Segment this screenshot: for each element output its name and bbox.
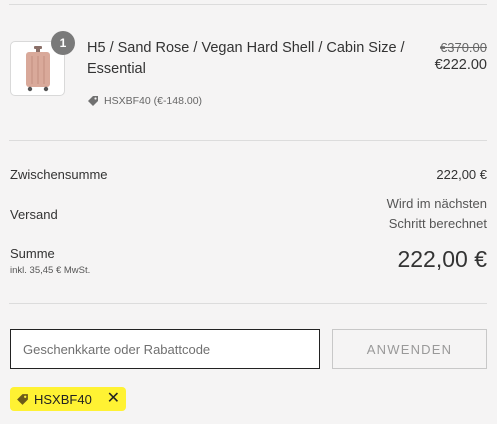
- apply-button[interactable]: ANWENDEN: [332, 329, 487, 369]
- discount-code-input[interactable]: [10, 329, 320, 369]
- shipping-value-line2: Schritt berechnet: [388, 216, 487, 231]
- items-divider: [9, 140, 487, 141]
- subtotal-label: Zwischensumme: [10, 167, 108, 182]
- item-discount-line: HSXBF40 (€-148.00): [87, 95, 202, 107]
- quantity-badge: 1: [51, 31, 75, 55]
- tag-icon: [88, 96, 98, 106]
- product-title: H5 / Sand Rose / Vegan Hard Shell / Cabi…: [87, 40, 405, 77]
- shipping-value: Wird im nächsten Schritt berechnet: [387, 194, 487, 234]
- tax-note: inkl. 35,45 € MwSt.: [10, 265, 91, 276]
- subtotal-value: 222,00 €: [436, 167, 487, 182]
- item-discount-text: HSXBF40 (€-148.00): [104, 95, 203, 107]
- applied-discount-tag: HSXBF40 ✕: [10, 387, 126, 411]
- discounted-price: €222.00: [434, 57, 487, 73]
- original-price: €370.00: [440, 40, 487, 55]
- shipping-value-line1: Wird im nächsten: [386, 196, 487, 211]
- tag-icon: [17, 393, 28, 405]
- summary-divider: [9, 303, 487, 304]
- top-divider: [9, 4, 487, 5]
- total-label: Summe: [10, 246, 55, 261]
- shipping-label: Versand: [10, 207, 58, 222]
- total-value: 222,00 €: [397, 246, 487, 272]
- applied-discount-code: HSXBF40: [34, 391, 92, 407]
- remove-discount-icon[interactable]: ✕: [107, 391, 120, 407]
- suitcase-icon: [25, 45, 50, 91]
